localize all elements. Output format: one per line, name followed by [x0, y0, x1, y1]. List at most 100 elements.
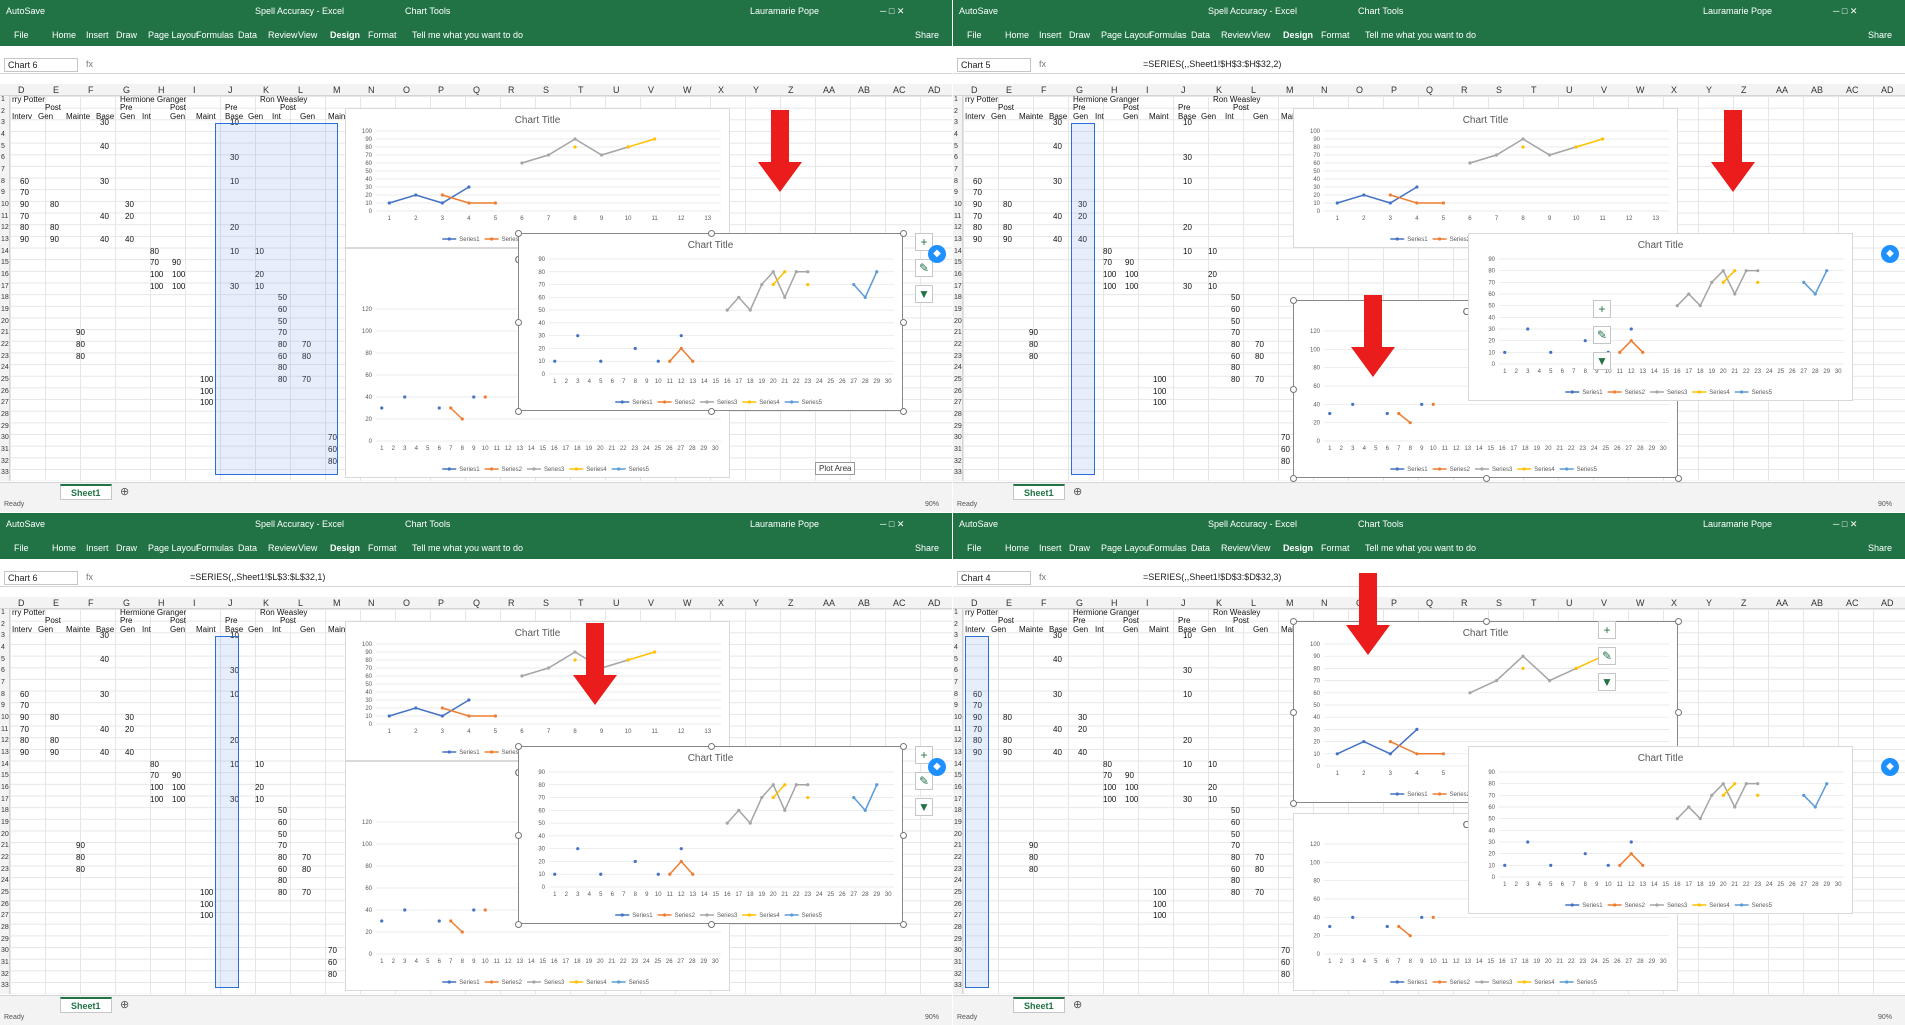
row-number[interactable]: 17 — [954, 283, 962, 290]
tab-design[interactable]: Design — [330, 543, 360, 553]
cell-value[interactable]: 70 — [20, 701, 29, 710]
column-header-M[interactable]: M — [1286, 598, 1294, 608]
cell-value[interactable]: 60 — [1231, 818, 1240, 827]
column-header-D[interactable]: D — [18, 85, 25, 95]
cell-value[interactable]: 80 — [278, 853, 287, 862]
column-header-S[interactable]: S — [543, 85, 549, 95]
share-button[interactable]: Share — [915, 543, 939, 553]
cell-value[interactable]: 10 — [1183, 631, 1192, 640]
column-header-E[interactable]: E — [53, 598, 59, 608]
column-header-V[interactable]: V — [648, 598, 654, 608]
cell-value[interactable]: 100 — [200, 387, 213, 396]
zoom-level[interactable]: 90% — [1878, 1014, 1892, 1021]
row-number[interactable]: 11 — [954, 726, 961, 733]
cell-value[interactable]: 100 — [172, 270, 185, 279]
cell-value[interactable]: 30 — [1053, 118, 1062, 127]
column-header-AA[interactable]: AA — [1776, 85, 1788, 95]
row-number[interactable]: 28 — [1, 924, 9, 931]
cell-value[interactable]: 80 — [1231, 853, 1240, 862]
row-number[interactable]: 27 — [1, 912, 9, 919]
row-number[interactable]: 3 — [954, 119, 958, 126]
cell-value[interactable]: 100 — [200, 911, 213, 920]
row-number[interactable]: 17 — [1, 796, 9, 803]
tab-insert[interactable]: Insert — [86, 543, 109, 553]
cell-value[interactable]: 20 — [255, 783, 264, 792]
row-number[interactable]: 25 — [954, 376, 962, 383]
tab-data[interactable]: Data — [238, 30, 257, 40]
cell-value[interactable]: 90 — [973, 235, 982, 244]
resize-handle[interactable] — [515, 319, 522, 326]
sheet-tab-sheet1[interactable]: Sheet1 — [1013, 997, 1065, 1013]
column-header-S[interactable]: S — [1496, 598, 1502, 608]
row-number[interactable]: 1 — [1, 96, 5, 103]
chart-floating[interactable]: Chart Title 0 10 20 30 40 50 60 70 80 90 1 2 3 4 5 6 7 8 9 1… — [1468, 233, 1853, 401]
row-number[interactable]: 25 — [954, 889, 962, 896]
tab-view[interactable]: View — [298, 30, 317, 40]
resize-handle[interactable] — [707, 230, 715, 237]
column-header-P[interactable]: P — [1391, 85, 1397, 95]
chart-filters-button[interactable]: ▼ — [1598, 673, 1616, 691]
row-number[interactable]: 2 — [1, 621, 5, 628]
column-header-P[interactable]: P — [438, 598, 444, 608]
row-number[interactable]: 27 — [954, 912, 962, 919]
column-header-O[interactable]: O — [403, 598, 410, 608]
cell-value[interactable]: 90 — [973, 200, 982, 209]
column-header-Q[interactable]: Q — [473, 598, 480, 608]
cell-value[interactable]: 20 — [1183, 736, 1192, 745]
column-header-W[interactable]: W — [1636, 85, 1645, 95]
cell-value[interactable]: 80 — [20, 736, 29, 745]
tab-insert[interactable]: Insert — [1039, 543, 1062, 553]
cell-value[interactable]: 100 — [150, 795, 163, 804]
cell-value[interactable]: 100 — [1103, 795, 1116, 804]
share-button[interactable]: Share — [915, 30, 939, 40]
cell-value[interactable]: 50 — [1231, 806, 1240, 815]
chart-upper[interactable]: Chart Title01020304050607080901001234567… — [1293, 108, 1678, 248]
column-header-D[interactable]: D — [18, 598, 25, 608]
column-header-G[interactable]: G — [123, 598, 130, 608]
sheet-tab-sheet1[interactable]: Sheet1 — [60, 997, 112, 1013]
column-header-P[interactable]: P — [1391, 598, 1397, 608]
cell-value[interactable]: 40 — [1053, 212, 1062, 221]
cell-value[interactable]: 80 — [328, 970, 337, 979]
column-header-D[interactable]: D — [971, 85, 978, 95]
cell-value[interactable]: 90 — [1003, 748, 1012, 757]
cell-value[interactable]: 80 — [1255, 865, 1264, 874]
column-header-Y[interactable]: Y — [1706, 598, 1712, 608]
cell-value[interactable]: 100 — [200, 398, 213, 407]
cell-value[interactable]: 20 — [1078, 725, 1087, 734]
row-number[interactable]: 19 — [1, 819, 9, 826]
selected-range[interactable] — [1071, 123, 1095, 475]
cell-value[interactable]: 100 — [1125, 270, 1138, 279]
cell-value[interactable]: 70 — [20, 212, 29, 221]
row-number[interactable]: 8 — [954, 178, 958, 185]
cell-value[interactable]: 90 — [1125, 258, 1134, 267]
cell-value[interactable]: 60 — [20, 177, 29, 186]
cell-value[interactable]: 80 — [76, 340, 85, 349]
column-header-Y[interactable]: Y — [753, 598, 759, 608]
cell-value[interactable]: 80 — [1281, 457, 1290, 466]
tab-draw[interactable]: Draw — [1069, 30, 1090, 40]
row-number[interactable]: 25 — [1, 889, 9, 896]
tab-home[interactable]: Home — [52, 30, 76, 40]
row-number[interactable]: 26 — [954, 388, 962, 395]
column-header-H[interactable]: H — [1111, 598, 1118, 608]
resize-handle[interactable] — [900, 921, 907, 928]
tab-data[interactable]: Data — [1191, 30, 1210, 40]
cell-value[interactable]: 100 — [1103, 282, 1116, 291]
row-number[interactable]: 27 — [1, 399, 9, 406]
row-number[interactable]: 12 — [954, 737, 962, 744]
tab-view[interactable]: View — [1251, 543, 1270, 553]
row-number[interactable]: 11 — [1, 726, 8, 733]
column-header-U[interactable]: U — [1566, 598, 1573, 608]
column-header-J[interactable]: J — [1181, 85, 1186, 95]
formula-input[interactable]: =SERIES(,,Sheet1!$H$3:$H$32,2) — [1143, 59, 1281, 69]
cell-value[interactable]: 70 — [973, 212, 982, 221]
cell-value[interactable]: 10 — [1183, 118, 1192, 127]
cell-value[interactable]: 70 — [1255, 853, 1264, 862]
row-number[interactable]: 26 — [954, 901, 962, 908]
column-header-AB[interactable]: AB — [858, 598, 870, 608]
row-number[interactable]: 15 — [954, 259, 962, 266]
cell-value[interactable]: 100 — [1153, 911, 1166, 920]
row-number[interactable]: 30 — [954, 434, 962, 441]
column-header-G[interactable]: G — [1076, 85, 1083, 95]
